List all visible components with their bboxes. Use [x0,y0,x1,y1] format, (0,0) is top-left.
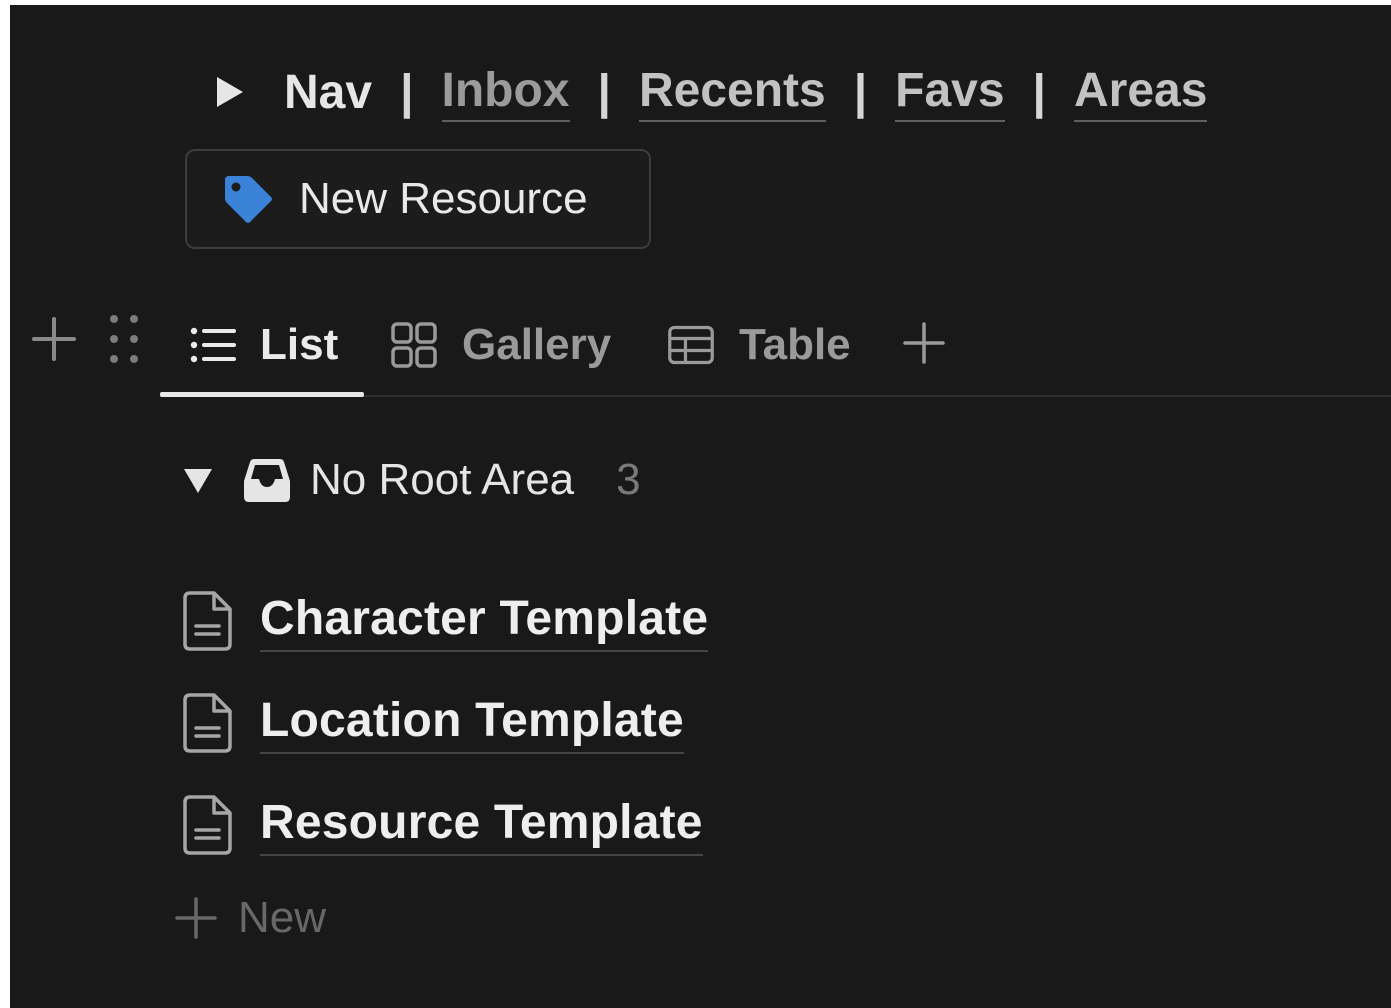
tab-label: List [260,320,339,369]
list-item[interactable]: Resource Template [182,774,708,876]
drag-handle-icon[interactable] [106,311,142,367]
nav-separator: | [853,65,868,119]
group-count: 3 [616,455,641,504]
nav-separator: | [1032,65,1046,119]
inbox-icon [242,455,292,505]
group-name: No Root Area [310,455,575,504]
tab-table[interactable]: Table [667,295,851,395]
nav-link-recents[interactable]: Recents [638,63,826,122]
plus-icon [174,896,218,940]
tab-list[interactable]: List [188,295,338,395]
nav-link-favs[interactable]: Favs [895,63,1005,122]
tab-label: Gallery [462,320,612,369]
list-item-title[interactable]: Location Template [260,693,684,754]
nav-link-areas[interactable]: Areas [1073,63,1208,122]
tab-label: Table [739,320,851,369]
app-window: Nav | Inbox | Recents | Favs | Areas New… [10,5,1391,1008]
new-item-label: New [238,893,327,942]
list-item-title[interactable]: Resource Template [260,795,703,856]
list-item[interactable]: Location Template [182,672,708,774]
new-resource-button[interactable]: New Resource [185,149,651,249]
nav-bar: Nav | Inbox | Recents | Favs | Areas [210,57,1208,127]
nav-toggle-icon[interactable] [210,72,250,112]
list-item-title[interactable]: Character Template [260,591,709,652]
document-icon [182,692,234,754]
new-resource-label: New Resource [299,174,588,223]
gallery-icon [390,321,438,369]
group-header[interactable]: No Root Area 3 [182,445,641,515]
tab-gallery[interactable]: Gallery [390,295,611,395]
view-tabs: List Gallery Table [10,295,1391,397]
list-item[interactable]: Character Template [182,570,709,672]
plus-icon[interactable] [30,315,78,363]
new-item-button[interactable]: New [174,890,326,946]
caret-down-icon[interactable] [182,464,214,496]
add-view-icon[interactable] [902,321,946,365]
document-icon [182,590,234,652]
resource-list: Character Template Location Template Res… [182,570,709,876]
document-icon [182,794,234,856]
nav-link-inbox[interactable]: Inbox [441,63,570,122]
tag-icon [221,172,275,226]
nav-separator: | [400,65,414,119]
list-icon [188,321,236,369]
nav-separator: | [597,65,611,119]
active-tab-indicator [160,392,364,397]
nav-label: Nav [284,65,373,119]
table-icon [667,321,715,369]
